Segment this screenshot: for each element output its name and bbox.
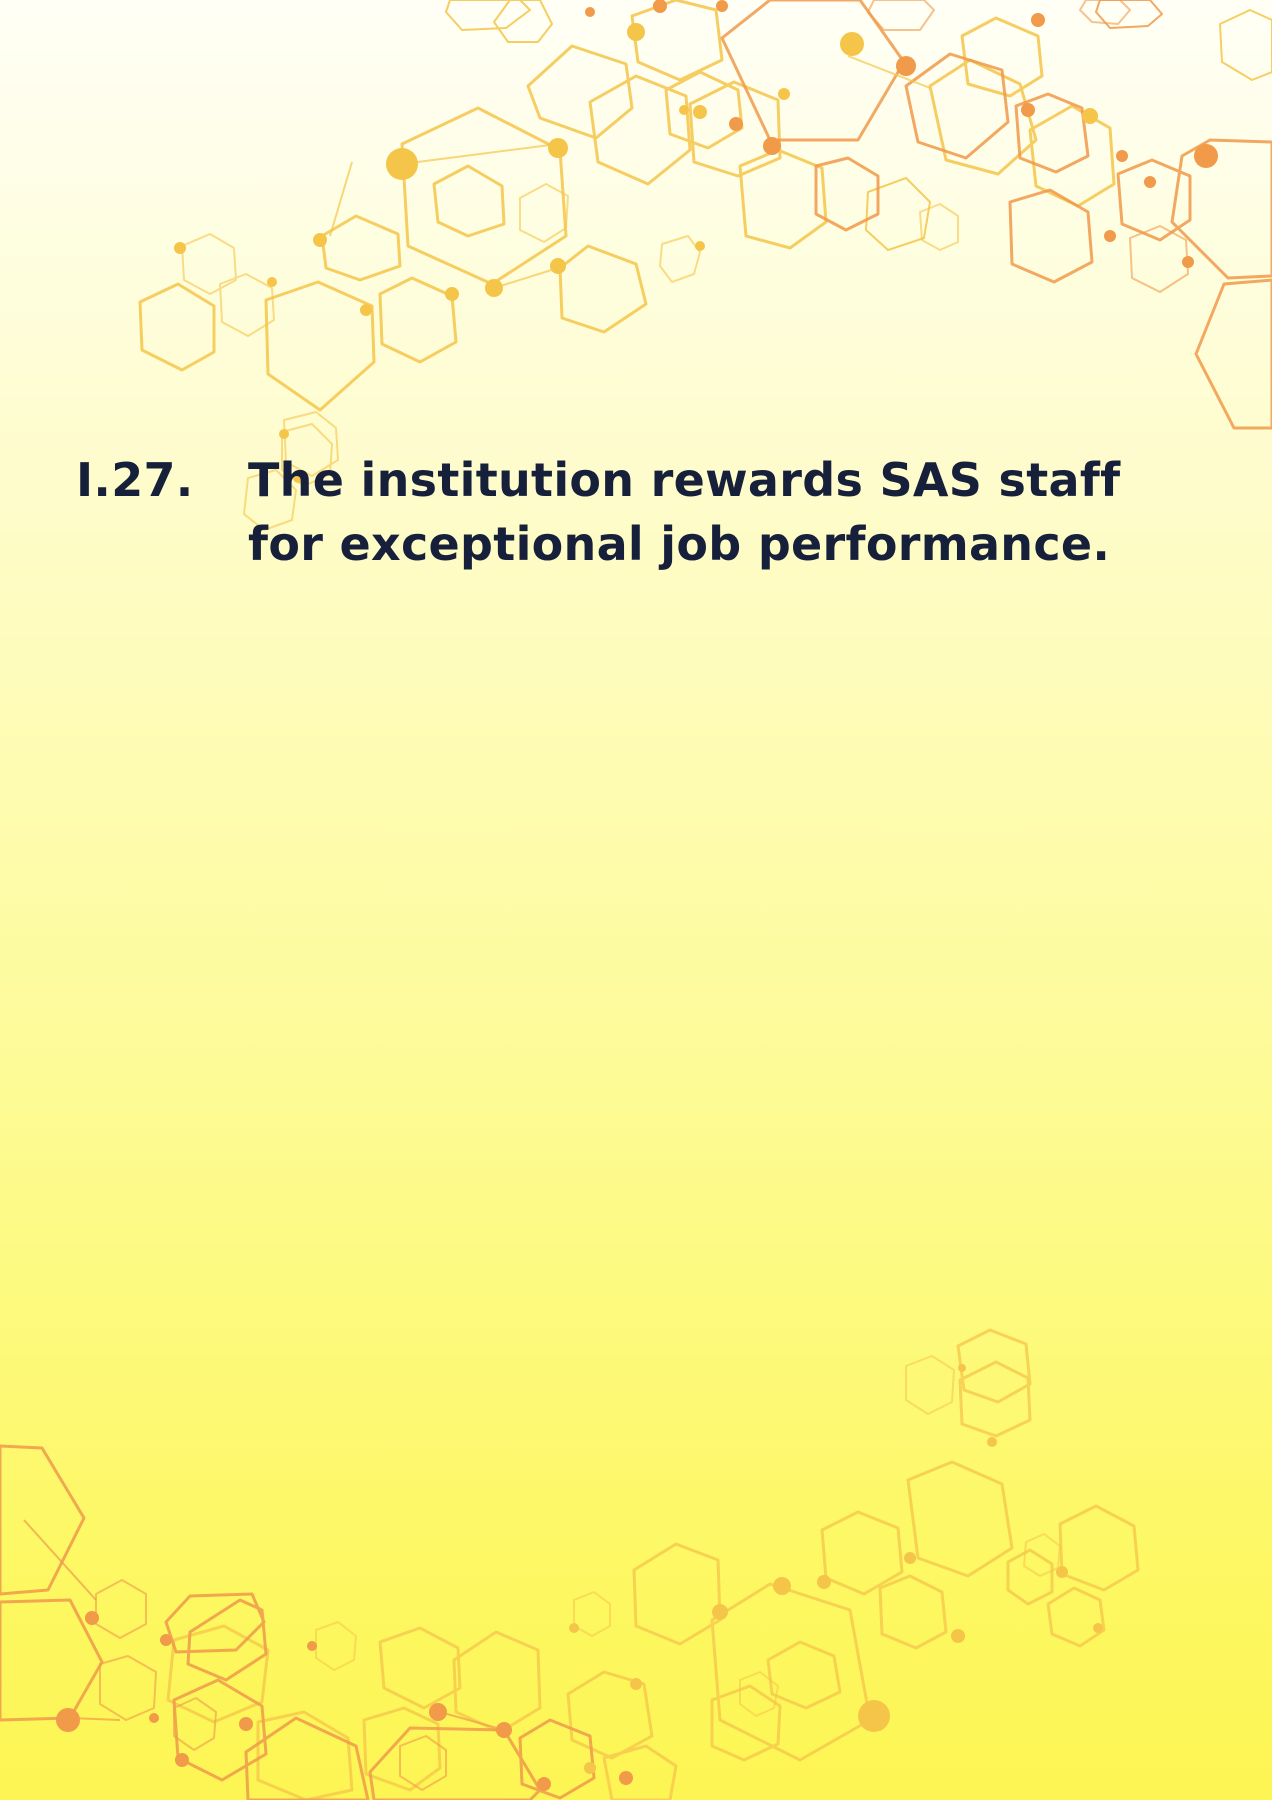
- item-statement: The institution rewards SAS staff for ex…: [248, 453, 1121, 571]
- document-page: I.27. The institution rewards SAS staff …: [0, 0, 1272, 1800]
- hexagon-decoration-top: [138, 0, 1272, 531]
- item-number: I.27.: [76, 453, 194, 507]
- hexagon-decoration-bottom: [0, 1328, 1140, 1800]
